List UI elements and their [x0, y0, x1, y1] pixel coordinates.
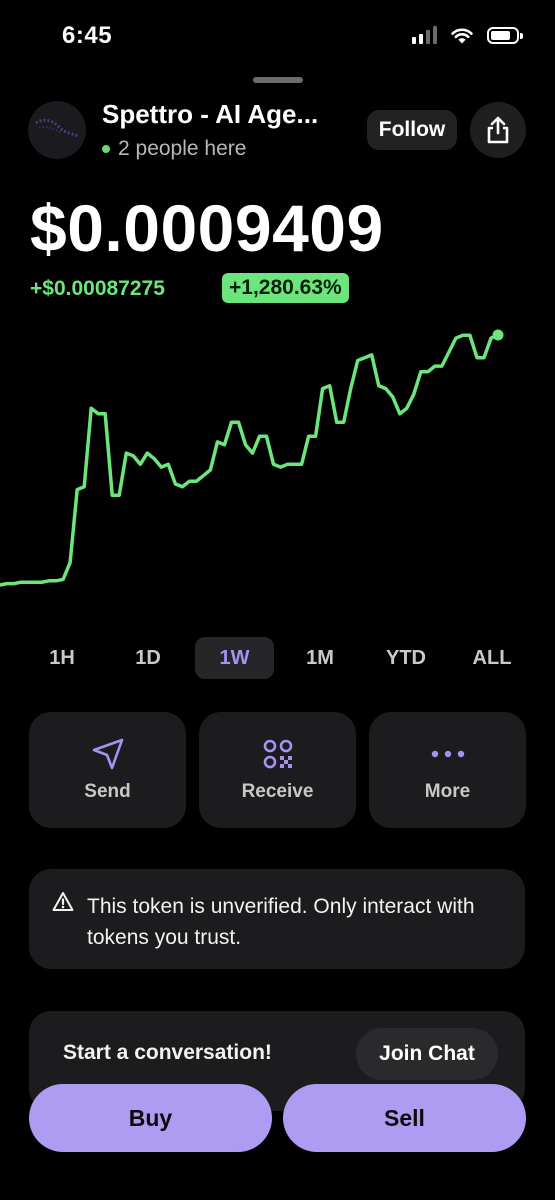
send-button[interactable]: Send	[29, 712, 186, 828]
status-time: 6:45	[62, 22, 113, 49]
qr-code-icon	[263, 739, 292, 769]
tab-1w[interactable]: 1W	[195, 637, 274, 679]
time-range-tabs: 1H 1D 1W 1M YTD ALL	[0, 637, 555, 679]
tab-1d[interactable]: 1D	[119, 637, 177, 679]
more-label: More	[424, 781, 471, 802]
tab-1m[interactable]: 1M	[291, 637, 349, 679]
conversation-title: Start a conversation!	[63, 1041, 272, 1064]
send-label: Send	[84, 781, 131, 802]
more-button[interactable]: More	[369, 712, 526, 828]
tab-all[interactable]: ALL	[461, 637, 523, 679]
share-icon	[487, 116, 509, 144]
token-name: Spettro - AI Age...	[102, 99, 319, 129]
chart-series-line	[0, 333, 500, 587]
unverified-warning: This token is unverified. Only interact …	[29, 869, 525, 969]
tab-ytd[interactable]: YTD	[370, 637, 442, 679]
share-button[interactable]	[470, 102, 526, 158]
price-chart[interactable]	[0, 320, 555, 600]
chart-current-point	[492, 329, 504, 341]
presence-status: 2 people here	[102, 137, 246, 161]
token-avatar	[28, 101, 86, 159]
tab-1h[interactable]: 1H	[33, 637, 91, 679]
follow-button[interactable]: Follow	[367, 110, 457, 150]
battery-icon	[487, 26, 523, 44]
presence-label: 2 people here	[118, 137, 247, 160]
receive-button[interactable]: Receive	[199, 712, 356, 828]
send-icon	[92, 738, 123, 770]
token-price: $0.0009409	[30, 191, 384, 265]
sheet-grabber[interactable]	[253, 77, 303, 83]
price-change-percent: +1,280.63%	[222, 273, 349, 303]
receive-label: Receive	[241, 781, 314, 802]
more-icon	[431, 750, 464, 758]
warning-icon	[52, 892, 74, 911]
online-dot	[102, 145, 110, 153]
price-change-amount: +$0.00087275	[30, 277, 165, 300]
buy-button[interactable]: Buy	[29, 1084, 272, 1152]
sell-button[interactable]: Sell	[283, 1084, 526, 1152]
status-icons	[412, 26, 523, 44]
join-chat-button[interactable]: Join Chat	[356, 1028, 498, 1080]
wifi-icon	[451, 28, 473, 43]
signal-icon	[412, 26, 437, 44]
token-logo-icon	[35, 118, 80, 139]
